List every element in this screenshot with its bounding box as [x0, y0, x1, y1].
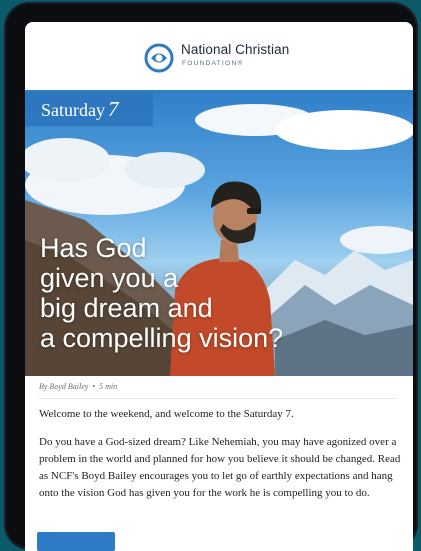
tablet-frame: National Christian FOUNDATION® Saturday …: [4, 2, 418, 551]
read-time: 5 min: [99, 382, 118, 391]
headline-line: Has God: [40, 233, 147, 263]
ncf-logo-icon: [144, 43, 174, 73]
email-header: National Christian FOUNDATION®: [25, 22, 413, 90]
divider: [39, 398, 397, 399]
brand-name: National Christian: [181, 42, 290, 57]
hero-image: Saturday 7 Has God given you a big dream …: [25, 90, 413, 376]
author[interactable]: By Boyd Bailey: [39, 382, 88, 391]
read-more-button[interactable]: [37, 532, 115, 551]
issue-tag: Saturday 7: [25, 92, 153, 126]
brand-subtitle: FOUNDATION®: [182, 60, 244, 67]
email-screen: National Christian FOUNDATION® Saturday …: [25, 22, 413, 551]
headline-line: big dream and: [40, 293, 213, 323]
byline-separator: •: [92, 382, 96, 391]
byline: By Boyd Bailey • 5 min: [39, 382, 117, 391]
headline-line: given you a: [40, 263, 179, 293]
intro-paragraph: Welcome to the weekend, and welcome to t…: [39, 408, 294, 420]
hero-headline: Has God given you a big dream and a comp…: [40, 233, 360, 353]
issue-tag-label: Saturday: [41, 100, 105, 120]
issue-tag-number: 7: [107, 97, 119, 121]
headline-line: a compelling vision?: [40, 323, 284, 353]
body-paragraph: Do you have a God-sized dream? Like Nehe…: [39, 436, 401, 499]
